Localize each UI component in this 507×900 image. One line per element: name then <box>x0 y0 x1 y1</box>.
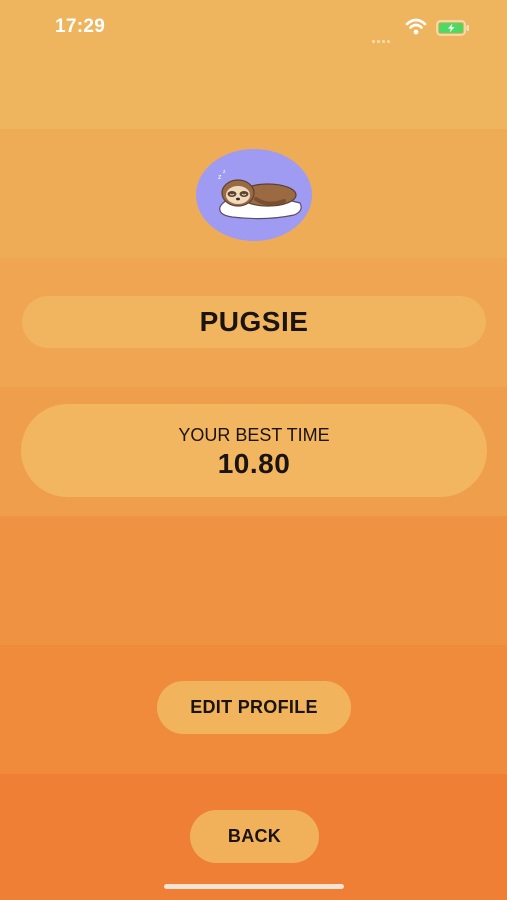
status-bar: 17:29 <box>0 0 507 56</box>
svg-text:z: z <box>218 174 222 181</box>
background-band <box>0 516 507 645</box>
wifi-icon <box>405 18 427 36</box>
best-time-value: 10.80 <box>217 448 291 479</box>
best-time-card: YOUR BEST TIME 10.80 <box>21 404 487 497</box>
back-button[interactable]: BACK <box>190 810 319 863</box>
battery-charging-icon <box>436 20 470 36</box>
status-time: 17:29 <box>55 16 106 37</box>
edit-profile-button[interactable]: EDIT PROFILE <box>157 681 351 734</box>
sleeping-sloth-icon: z z <box>196 149 312 241</box>
cellular-signal-icon <box>372 30 398 43</box>
best-time-label: YOUR BEST TIME <box>178 425 330 445</box>
profile-name: PUGSIE <box>22 296 486 348</box>
avatar[interactable]: z z <box>196 149 312 241</box>
home-indicator[interactable] <box>164 884 344 889</box>
